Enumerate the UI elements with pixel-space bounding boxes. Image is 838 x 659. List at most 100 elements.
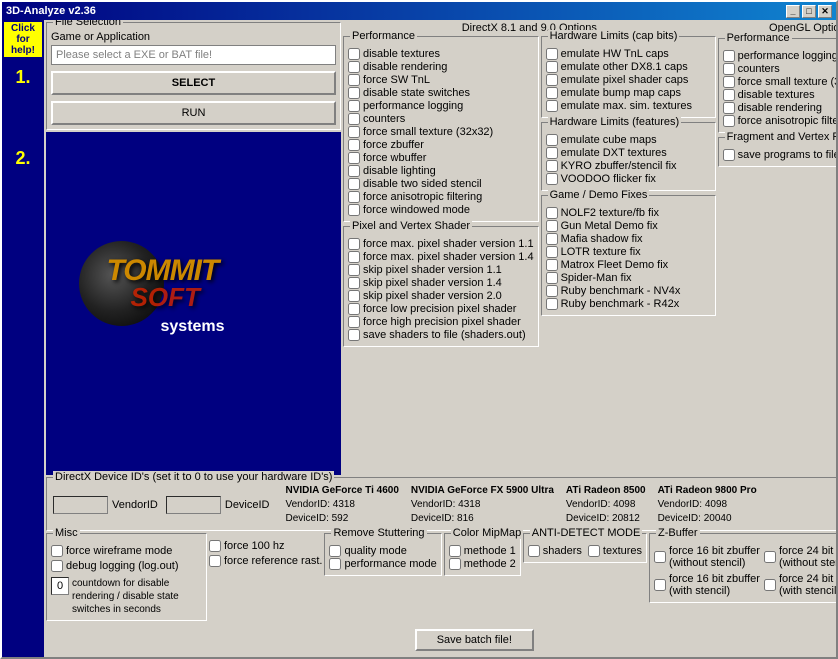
countdown-label: countdown for disable rendering / disabl… [72,577,202,616]
gamedemo-items-cb-1[interactable] [546,220,558,232]
pv-items-cb-4[interactable] [348,290,360,302]
anti-shaders-label: shaders [543,545,582,557]
hwcap-items-label-1: emulate other DX8.1 caps [561,61,688,73]
perf-items-cb-6[interactable] [348,126,360,138]
countdown-input[interactable]: 0 [51,577,69,595]
opengl-items-cb-1[interactable] [723,63,735,75]
list-item: force zbuffer [348,139,534,151]
perf-items-cb-10[interactable] [348,178,360,190]
force16-stencil-cb[interactable] [654,579,666,591]
opengl-items-cb-3[interactable] [723,89,735,101]
perf-items-cb-8[interactable] [348,152,360,164]
perf-items-cb-11[interactable] [348,191,360,203]
force24-stencil-cb[interactable] [764,579,776,591]
misc-wireframe-cb[interactable] [51,545,63,557]
maximize-button[interactable]: □ [802,5,816,18]
perf-items-cb-3[interactable] [348,87,360,99]
perf-items-cb-4[interactable] [348,100,360,112]
opengl-items-cb-2[interactable] [723,76,735,88]
methode2-label: methode 2 [464,558,516,570]
methode2-cb[interactable] [449,558,461,570]
misc-refref-cb[interactable] [209,555,221,567]
pv-items-cb-6[interactable] [348,316,360,328]
run-button[interactable]: RUN [51,101,336,125]
misc-refref-label: force reference rast. [224,555,322,567]
perf-items-cb-0[interactable] [348,48,360,60]
select-button[interactable]: SELECT [51,71,336,95]
opengl-items-label-1: counters [738,63,780,75]
close-button[interactable]: ✕ [818,5,832,18]
pv-items-cb-7[interactable] [348,329,360,341]
perf-items-cb-12[interactable] [348,204,360,216]
hwfeat-items-cb-0[interactable] [546,134,558,146]
hwcap-items-cb-3[interactable] [546,87,558,99]
list-item: Ruby benchmark - R42x [546,298,711,310]
force24-nostencil-cb[interactable] [764,551,776,563]
opengl-items-label-5: force anisotropic filtering [738,115,836,127]
device-ids-title: DirectX Device ID's (set it to 0 to use … [53,471,334,483]
logo-systems: systems [161,318,225,336]
click-help-box[interactable]: Click for help! [4,22,42,57]
minimize-button[interactable]: _ [786,5,800,18]
pv-items-cb-0[interactable] [348,238,360,250]
save-batch-area: Save batch file! [46,623,836,655]
opengl-items-cb-0[interactable] [723,50,735,62]
perf-items-cb-9[interactable] [348,165,360,177]
save-batch-button[interactable]: Save batch file! [415,629,534,651]
list-item: performance logging [723,50,836,62]
pv-items-cb-1[interactable] [348,251,360,263]
logo-area [4,173,42,655]
fragment-items-cb-0[interactable] [723,149,735,161]
opengl-items-label-2: force small texture (32x32) [738,76,836,88]
pv-items-cb-3[interactable] [348,277,360,289]
hwfeat-items-cb-2[interactable] [546,160,558,172]
force16-nostencil-cb[interactable] [654,551,666,563]
gamedemo-items-cb-4[interactable] [546,259,558,271]
methode1-cb[interactable] [449,545,461,557]
vendor-id-input[interactable] [53,496,108,514]
opengl-items-cb-4[interactable] [723,102,735,114]
misc-debug-cb[interactable] [51,560,63,572]
gamedemo-items-label-2: Mafia shadow fix [561,233,643,245]
gamedemo-items-cb-5[interactable] [546,272,558,284]
opengl-items-cb-5[interactable] [723,115,735,127]
gamedemo-items-cb-7[interactable] [546,298,558,310]
list-item: force windowed mode [348,204,534,216]
zbuffer-title: Z-Buffer [656,527,700,539]
gamedemo-items-cb-0[interactable] [546,207,558,219]
main-window: 3D-Analyze v2.36 _ □ ✕ Click for help! 1… [0,0,838,659]
hwcap-items-cb-1[interactable] [546,61,558,73]
game-app-label: Game or Application [51,31,336,43]
list-item: NOLF2 texture/fb fix [546,207,711,219]
perf-items-cb-2[interactable] [348,74,360,86]
perf-items-cb-7[interactable] [348,139,360,151]
pv-items-label-2: skip pixel shader version 1.1 [363,264,502,276]
quality-mode-cb[interactable] [329,545,341,557]
gamedemo-items-label-3: LOTR texture fix [561,246,641,258]
anti-textures-cb[interactable] [588,545,600,557]
hwfeat-items-cb-3[interactable] [546,173,558,185]
pv-items-label-6: force high precision pixel shader [363,316,521,328]
device-id-label: DeviceID [225,499,270,511]
gamedemo-items-cb-6[interactable] [546,285,558,297]
hwcap-items-cb-4[interactable] [546,100,558,112]
list-item: disable rendering [723,102,836,114]
performance-mode-cb[interactable] [329,558,341,570]
logo-soft: SOFT [131,282,200,313]
device-id-input[interactable] [166,496,221,514]
performance-mode-label: performance mode [344,558,436,570]
gamedemo-items-cb-2[interactable] [546,233,558,245]
pv-items-label-7: save shaders to file (shaders.out) [363,329,526,341]
gamedemo-items-cb-3[interactable] [546,246,558,258]
hwcap-items-cb-2[interactable] [546,74,558,86]
pv-items-cb-2[interactable] [348,264,360,276]
perf-items-cb-1[interactable] [348,61,360,73]
pv-items-cb-5[interactable] [348,303,360,315]
hwfeat-items-cb-1[interactable] [546,147,558,159]
misc-100hz-cb[interactable] [209,540,221,552]
perf-items-cb-5[interactable] [348,113,360,125]
hwcap-items-cb-0[interactable] [546,48,558,60]
list-item: force wbuffer [348,152,534,164]
list-item: save shaders to file (shaders.out) [348,329,534,341]
anti-shaders-cb[interactable] [528,545,540,557]
